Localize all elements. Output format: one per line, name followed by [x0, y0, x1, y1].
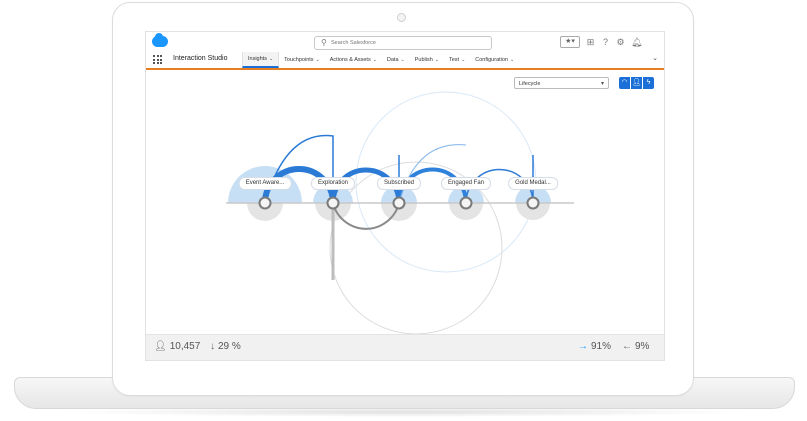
stage-label[interactable]: Subscribed: [376, 177, 422, 190]
camera-icon: [397, 13, 406, 22]
chevron-down-icon: ⌄: [400, 57, 405, 63]
view-select[interactable]: Lifecycle ▾: [514, 77, 609, 89]
view-select-value: Lifecycle: [519, 81, 541, 87]
stage-label[interactable]: Gold Medal...: [508, 177, 558, 190]
help-icon[interactable]: ?: [601, 37, 610, 47]
tab-configuration[interactable]: Configuration ⌄: [470, 52, 519, 68]
arrow-left-icon: ←: [622, 341, 632, 352]
tab-label: Publish: [414, 57, 433, 63]
app-screen: ⚲ ★▾ ⊞ ? ⚙ 🔔︎ Interaction Studio Insight…: [145, 31, 665, 361]
chevron-down-icon: ⌄: [315, 57, 320, 63]
chevron-down-icon: ⌄: [461, 57, 466, 63]
app-nav-bar: Interaction Studio Insights ⌄ Touchpoints ⌄…: [146, 52, 664, 70]
drop-percent: 29 %: [218, 341, 241, 352]
chevron-down-icon[interactable]: ⌄: [652, 54, 658, 62]
gear-icon[interactable]: ⚙: [616, 37, 625, 47]
arrow-down-icon: ↓: [210, 341, 215, 352]
global-header: ⚲ ★▾ ⊞ ? ⚙ 🔔︎: [146, 32, 664, 52]
search-input[interactable]: [331, 37, 481, 49]
lightning-icon[interactable]: ϟ: [643, 77, 654, 89]
arrow-right-icon: →: [578, 341, 588, 352]
tab-label: Actions & Assets: [329, 57, 371, 63]
stage-node: [392, 196, 406, 210]
tab-label: Configuration: [475, 57, 508, 63]
bell-icon[interactable]: 🔔︎: [631, 37, 642, 47]
add-icon[interactable]: ⊞: [586, 37, 595, 47]
chevron-down-icon: ⌄: [372, 57, 377, 63]
tab-label: Test: [448, 57, 460, 63]
tab-insights[interactable]: Insights ⌄: [242, 52, 280, 68]
user-icon: 👤︎: [154, 341, 167, 352]
stage-node: [459, 196, 473, 210]
stage-label[interactable]: Engaged Fan: [440, 177, 492, 190]
search-icon: ⚲: [321, 38, 327, 47]
stats-footer: 👤︎ 10,457 ↓ 29 % → 91% ← 9%: [146, 334, 664, 360]
tab-publish[interactable]: Publish ⌄: [410, 52, 444, 68]
forward-percent: 91%: [591, 341, 612, 352]
nav-tabs: Insights ⌄ Touchpoints ⌄ Actions & Assets ⌄ Da…: [242, 52, 519, 68]
stage-node: [326, 196, 340, 210]
insights-content: Event Aware... Exploration Subscribed Engag…: [146, 70, 664, 334]
tab-actions-assets[interactable]: Actions & Assets ⌄: [325, 52, 382, 68]
tab-label: Touchpoints: [284, 57, 314, 63]
forward-stat: → 91%: [578, 341, 611, 352]
tab-data[interactable]: Data ⌄: [382, 52, 410, 68]
user-icon[interactable]: 👤︎: [631, 77, 642, 89]
tab-label: Data: [386, 57, 399, 63]
lifecycle-diagram: [226, 91, 574, 334]
header-actions: ★▾ ⊞ ? ⚙ 🔔︎: [560, 35, 642, 49]
salesforce-cloud-icon[interactable]: [152, 33, 168, 47]
chevron-down-icon: ⌄: [434, 57, 439, 63]
chevron-down-icon: ▾: [600, 81, 604, 87]
app-launcher-icon[interactable]: [153, 55, 162, 64]
back-stat: ← 9%: [622, 341, 649, 352]
stage-node: [526, 196, 540, 210]
back-percent: 9%: [635, 341, 650, 352]
users-count: 10,457: [169, 341, 201, 352]
users-stat: 👤︎ 10,457: [154, 341, 200, 352]
chevron-down-icon: ⌄: [510, 57, 515, 63]
tab-label: Insights: [248, 56, 267, 62]
favorites-star-icon[interactable]: ★▾: [560, 36, 580, 48]
stage-node: [258, 196, 272, 210]
tab-test[interactable]: Test ⌄: [444, 52, 470, 68]
chevron-down-icon: ⌄: [268, 56, 274, 62]
view-toggle-group: ◠ 👤︎ ϟ: [619, 77, 654, 89]
stage-label[interactable]: Exploration: [310, 177, 356, 190]
gauge-icon[interactable]: ◠: [619, 77, 630, 89]
stage-label[interactable]: Event Aware...: [238, 177, 292, 190]
global-search[interactable]: ⚲: [314, 36, 492, 50]
drop-stat: ↓ 29 %: [210, 341, 241, 352]
tab-touchpoints[interactable]: Touchpoints ⌄: [279, 52, 325, 68]
app-name: Interaction Studio: [173, 55, 228, 62]
